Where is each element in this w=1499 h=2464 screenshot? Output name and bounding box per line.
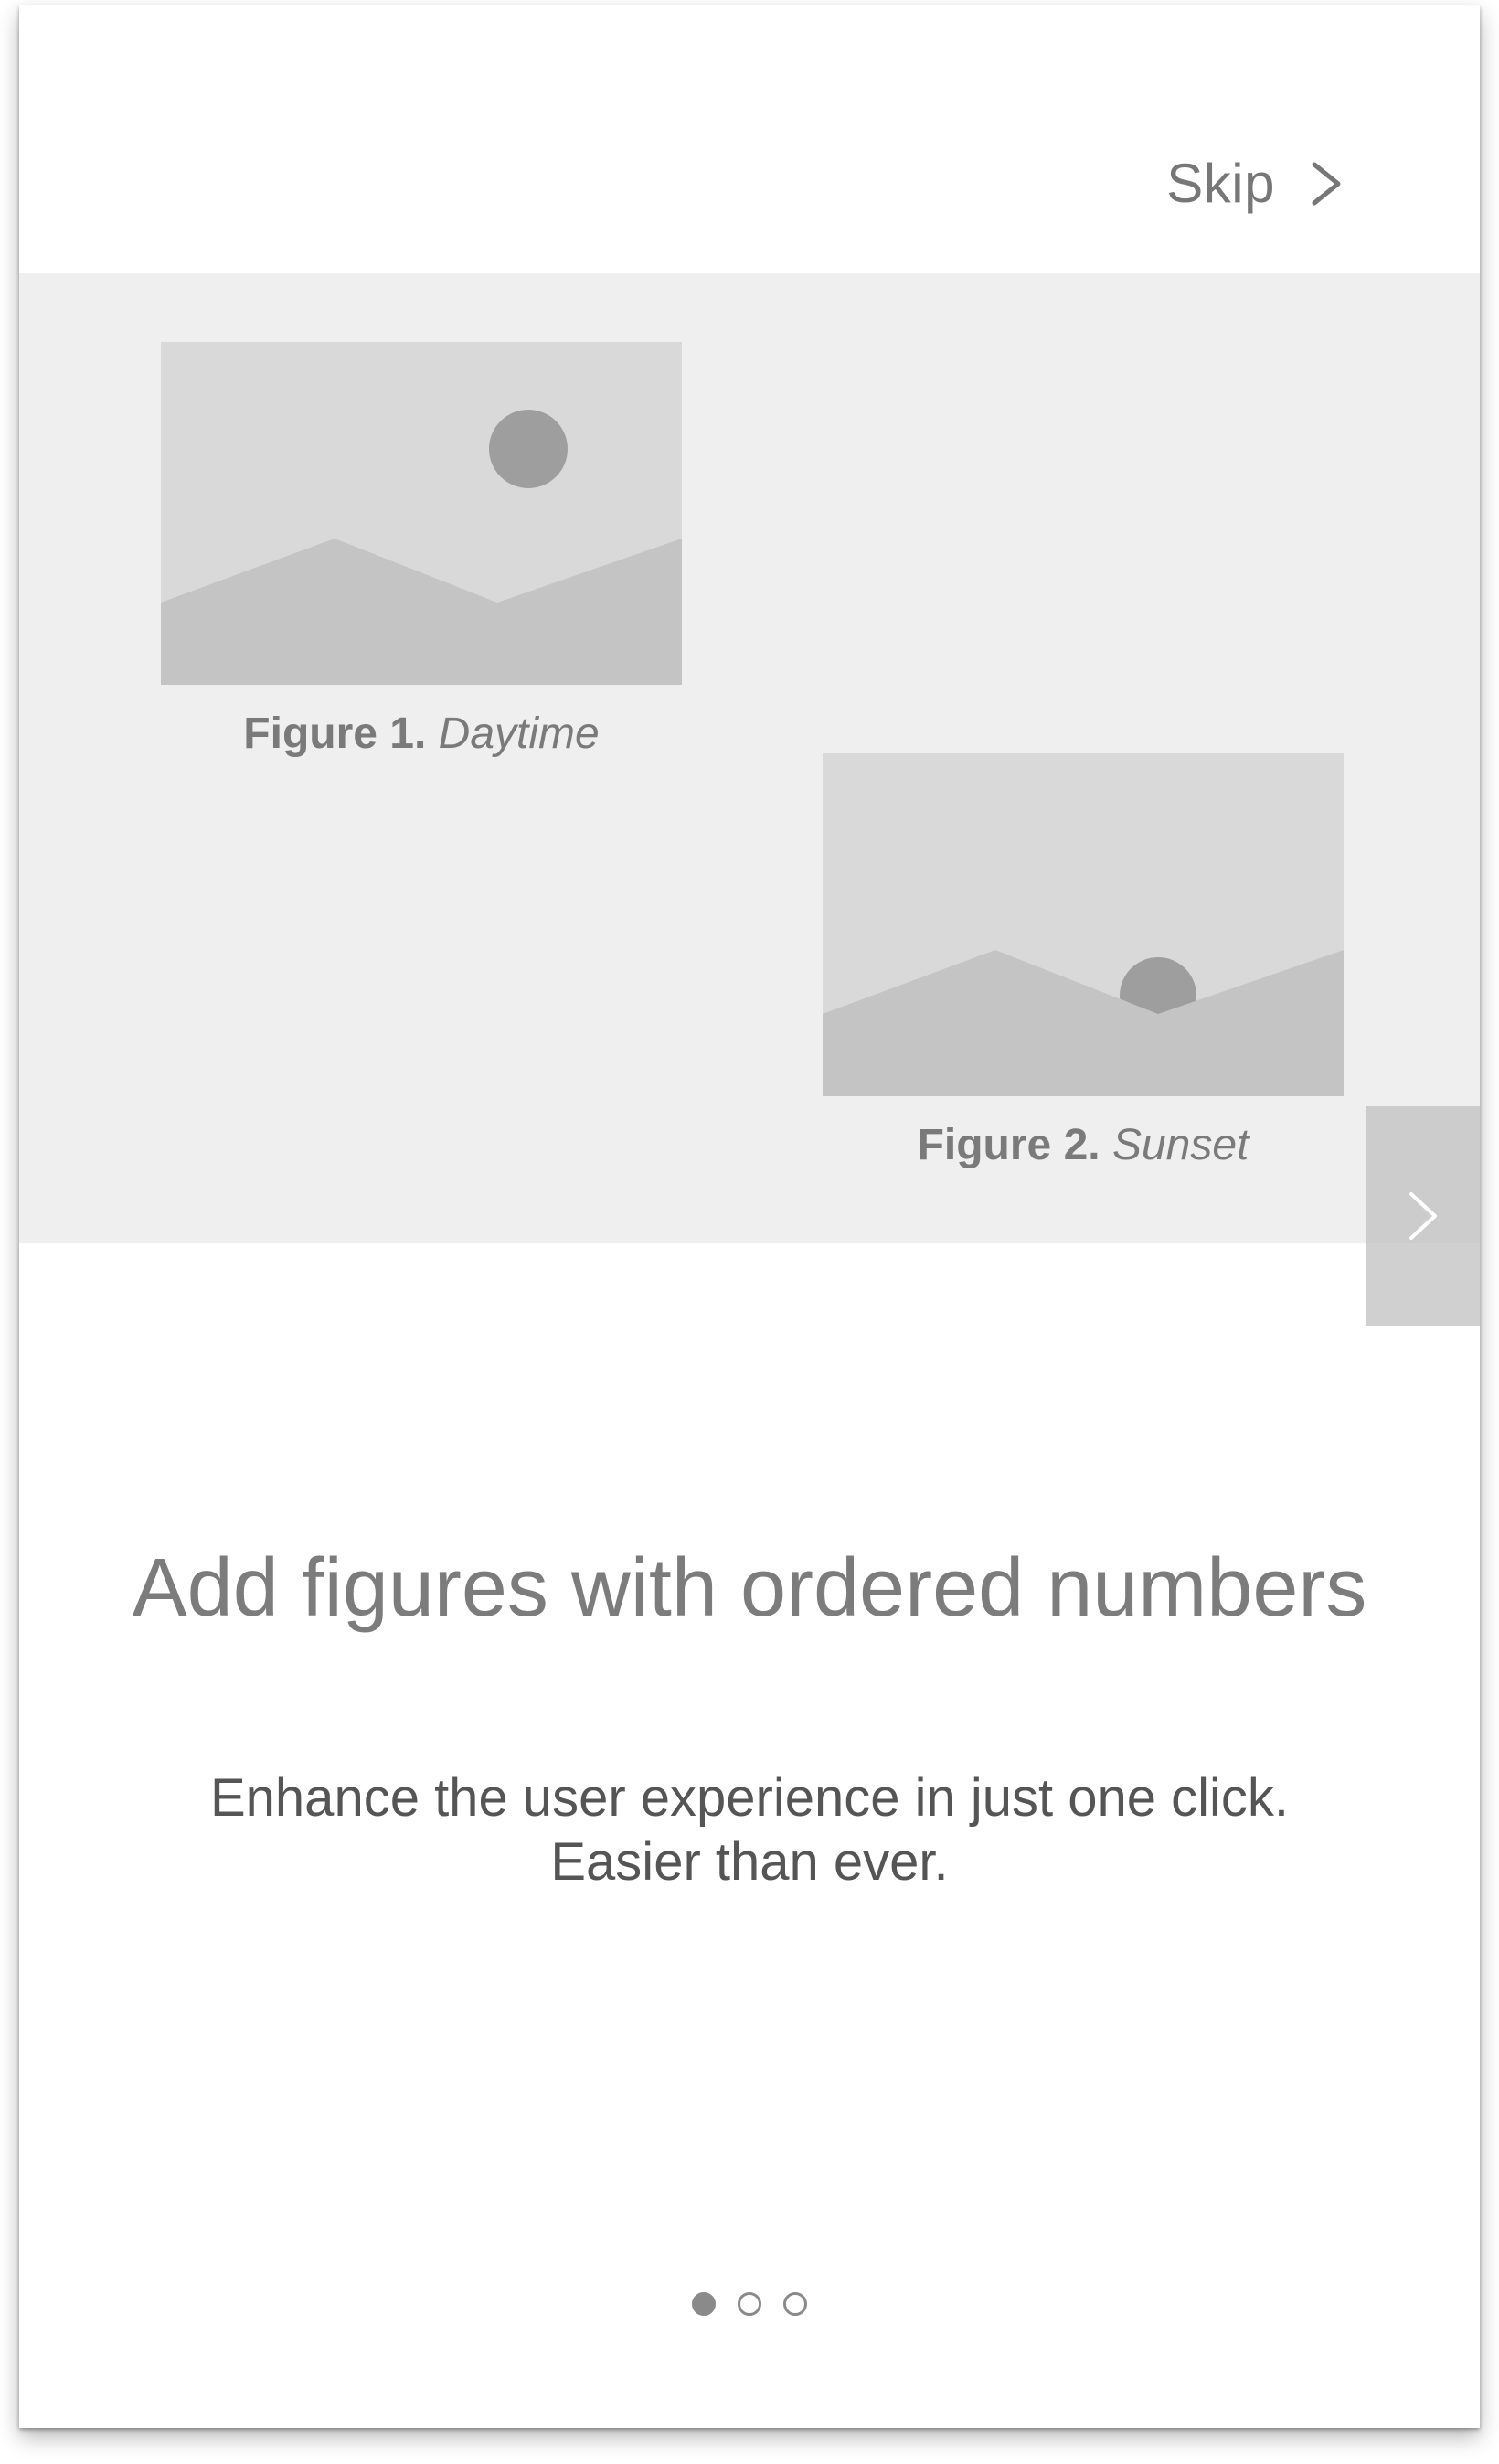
page-dot-1[interactable] <box>692 2292 716 2316</box>
figure-1: Figure 1. Daytime <box>161 342 682 759</box>
chevron-right-icon <box>1312 162 1341 205</box>
top-bar: Skip <box>19 5 1480 273</box>
page-dot-3[interactable] <box>783 2292 807 2316</box>
description: Enhance the user experience in just one … <box>19 1766 1480 1894</box>
landscape-image-sunset <box>823 753 1344 1096</box>
figure-1-caption: Figure 1. Daytime <box>161 709 682 759</box>
skip-label: Skip <box>1166 153 1275 214</box>
next-page-button[interactable] <box>1366 1106 1480 1326</box>
skip-button[interactable]: Skip <box>1166 152 1343 215</box>
figure-2-number: Figure 2. <box>917 1121 1100 1169</box>
description-line-2: Easier than ever. <box>550 1832 949 1892</box>
chevron-right-icon <box>1409 1192 1437 1240</box>
description-line-1: Enhance the user experience in just one … <box>209 1768 1290 1828</box>
headline: Add figures with ordered numbers <box>132 1542 1367 1634</box>
figure-2-name: Sunset <box>1111 1121 1249 1169</box>
page-indicator <box>19 2292 1480 2316</box>
page-dot-2[interactable] <box>738 2292 761 2316</box>
figure-1-number: Figure 1. <box>243 709 427 758</box>
onboarding-screen: Skip Figure 1. Daytime Figure 2. Sunset … <box>19 5 1480 2428</box>
figure-2: Figure 2. Sunset <box>823 753 1344 1170</box>
figure-gallery: Figure 1. Daytime Figure 2. Sunset <box>19 273 1480 1243</box>
figure-1-name: Daytime <box>438 709 600 758</box>
sun-icon <box>489 410 568 488</box>
landscape-image-daytime <box>161 342 682 685</box>
figure-2-caption: Figure 2. Sunset <box>823 1120 1344 1170</box>
